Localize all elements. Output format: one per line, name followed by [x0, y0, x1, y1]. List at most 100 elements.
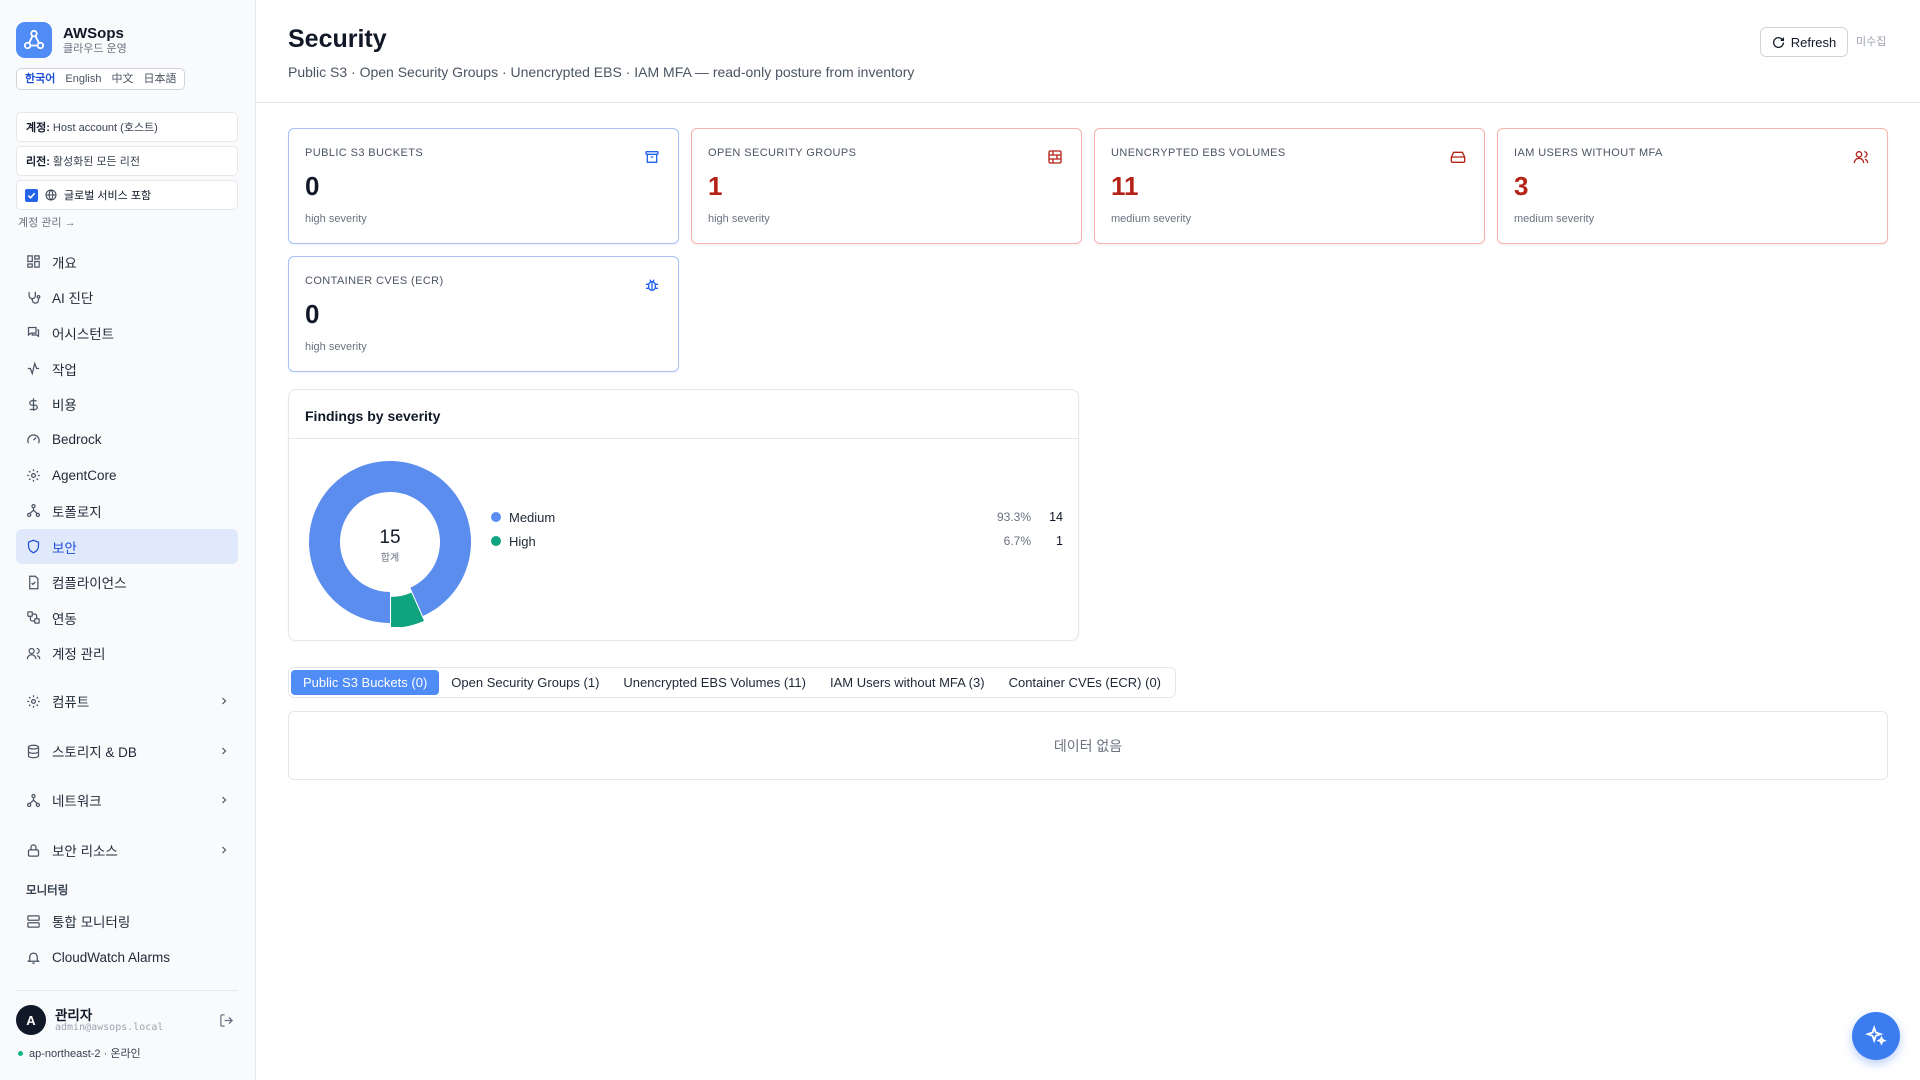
monitoring-section-label: 모니터링 [26, 885, 69, 897]
lang-chinese[interactable]: 中文 [106, 70, 138, 88]
stat-card-public-s3[interactable]: PUBLIC S3 BUCKETS 0 high severity [288, 128, 679, 244]
legend-percent: 93.3% [996, 510, 1031, 524]
stat-card-severity: high severity [305, 213, 367, 225]
region-selector-value: 활성화된 모든 리전 [52, 156, 140, 168]
global-services-toggle[interactable]: 글로벌 서비스 포함 [16, 180, 238, 210]
users-icon [26, 647, 41, 660]
legend-item-high[interactable]: High 6.7% 1 [491, 530, 1063, 552]
topology-icon [26, 504, 41, 518]
chat-icon [27, 327, 40, 338]
sidebar-item-assistant[interactable]: 어시스턴트 [16, 315, 238, 351]
sparkles-icon [1865, 1025, 1887, 1046]
account-selector-label: 계정: [26, 122, 50, 134]
user-profile: A 관리자 admin@awsops.local ap-northeast-2 … [16, 990, 238, 1060]
chart-title: Findings by severity [305, 408, 441, 424]
tab-container-cves[interactable]: Container CVEs (ECR) (0) [997, 670, 1173, 695]
sidebar-item-compliance[interactable]: 컴플라이언스 [16, 564, 238, 600]
sidebar-item-overview[interactable]: 개요 [16, 244, 238, 280]
lock-icon [27, 843, 40, 857]
lang-korean[interactable]: 한국어 [20, 70, 60, 88]
integration-icon [27, 611, 40, 624]
sidebar-item-tasks[interactable]: 작업 [16, 351, 238, 387]
chevron-right-icon [222, 697, 227, 705]
sidebar-group-compute[interactable]: 컴퓨트 [16, 684, 238, 718]
legend-count: 14 [1049, 510, 1063, 524]
collection-status: 미수집 [1856, 36, 1887, 48]
global-services-checkbox[interactable] [25, 188, 38, 202]
sidebar-group-network[interactable]: 네트워크 [16, 783, 238, 817]
findings-by-severity-panel: Findings by severity 15 합계 Medium 93.3% … [288, 389, 1079, 641]
chevron-right-icon [222, 846, 227, 854]
sidebar-item-label: 비용 [52, 398, 77, 414]
sidebar-group-storage-db[interactable]: 스토리지 & DB [16, 734, 238, 768]
stat-card-value: 11 [1111, 171, 1139, 201]
tab-public-s3-buckets[interactable]: Public S3 Buckets (0) [291, 670, 440, 695]
user-name: 관리자 [55, 1008, 93, 1023]
sidebar-item-security[interactable]: 보안 [16, 528, 238, 565]
stat-card-value: 0 [305, 171, 320, 201]
refresh-button[interactable]: Refresh [1760, 27, 1848, 57]
connection-status-text: ap-northeast-2 · 온라인 [29, 1048, 141, 1060]
findings-tabs: Public S3 Buckets (0) Open Security Grou… [288, 667, 1177, 698]
database-icon [27, 744, 40, 758]
stat-card-container-cves[interactable]: CONTAINER CVES (ECR) 0 high severity [288, 256, 679, 372]
sidebar-item-ai-diagnosis[interactable]: AI 진단 [16, 280, 238, 316]
cpu-icon [27, 694, 40, 708]
stat-card-iam-without-mfa[interactable]: IAM USERS WITHOUT MFA 3 medium severity [1497, 128, 1888, 244]
brand[interactable]: AWSops 클라우드 운영 [16, 22, 127, 58]
sidebar-item-cloudwatch-alarms[interactable]: CloudWatch Alarms [16, 940, 238, 974]
shield-icon [27, 539, 40, 554]
global-services-label: 글로벌 서비스 포함 [64, 190, 152, 202]
sidebar-item-cost[interactable]: 비용 [16, 386, 238, 422]
sidebar-item-topology[interactable]: 토폴로지 [16, 493, 238, 529]
sidebar-item-agentcore[interactable]: AgentCore [16, 458, 238, 494]
ai-assistant-button[interactable] [1852, 1012, 1900, 1060]
sidebar-nav: 개요 AI 진단 어시스턴트 작업 비용 Bedrock AgentCore 토… [16, 244, 238, 671]
stat-card-label: UNENCRYPTED EBS VOLUMES [1111, 147, 1286, 159]
account-manage-link[interactable]: 계정 관리 → [18, 214, 76, 230]
chart-divider [289, 438, 1078, 439]
users-icon [1853, 151, 1869, 164]
hard-drive-icon [1450, 151, 1466, 163]
sidebar-item-account-management[interactable]: 계정 관리 [16, 636, 238, 672]
online-dot-icon [18, 1050, 23, 1056]
cpu-icon [27, 469, 40, 482]
stat-card-open-security-groups[interactable]: OPEN SECURITY GROUPS 1 high severity [691, 128, 1082, 244]
chevron-right-icon [222, 796, 227, 804]
sidebar-item-label: 컴플라이언스 [52, 576, 127, 592]
sidebar-item-label: 개요 [52, 255, 77, 271]
sidebar-item-unified-monitoring[interactable]: 통합 모니터링 [16, 904, 238, 938]
sidebar-group-label: 컴퓨트 [52, 695, 90, 710]
legend-percent: 6.7% [1003, 534, 1031, 548]
stat-card-label: PUBLIC S3 BUCKETS [305, 147, 424, 159]
page-subtitle: Public S3 · Open Security Groups · Unenc… [288, 64, 915, 80]
refresh-icon [1772, 36, 1784, 48]
region-selector[interactable]: 리전: 활성화된 모든 리전 [16, 146, 238, 176]
sidebar-item-integration[interactable]: 연동 [16, 600, 238, 636]
stat-card-value: 0 [305, 299, 320, 329]
tab-unencrypted-ebs-volumes[interactable]: Unencrypted EBS Volumes (11) [611, 670, 818, 695]
refresh-label: Refresh [1790, 34, 1837, 50]
sidebar-item-bedrock[interactable]: Bedrock [16, 422, 238, 458]
bell-icon [26, 952, 41, 964]
account-selector[interactable]: 계정: Host account (호스트) [16, 112, 238, 142]
tab-iam-users-without-mfa[interactable]: IAM Users without MFA (3) [818, 670, 997, 695]
region-selector-label: 리전: [26, 156, 50, 168]
sidebar-group-security-resources[interactable]: 보안 리소스 [16, 833, 238, 867]
logout-icon[interactable] [219, 1013, 234, 1028]
sidebar-item-label: 작업 [52, 362, 77, 378]
empty-message: 데이터 없음 [1053, 737, 1123, 754]
stat-card-severity: high severity [305, 341, 367, 353]
legend-dot-medium [491, 512, 501, 522]
lang-english[interactable]: English [60, 70, 106, 88]
avatar[interactable]: A [16, 1005, 46, 1035]
brand-logo-icon [16, 22, 52, 58]
network-icon [26, 793, 41, 807]
stat-card-label: OPEN SECURITY GROUPS [708, 147, 857, 159]
stat-card-unencrypted-ebs[interactable]: UNENCRYPTED EBS VOLUMES 11 medium severi… [1094, 128, 1485, 244]
tab-open-security-groups[interactable]: Open Security Groups (1) [439, 670, 611, 695]
globe-icon [45, 189, 57, 201]
stat-card-label: CONTAINER CVES (ECR) [305, 275, 444, 287]
lang-japanese[interactable]: 日本語 [138, 70, 181, 88]
legend-item-medium[interactable]: Medium 93.3% 14 [491, 506, 1063, 528]
